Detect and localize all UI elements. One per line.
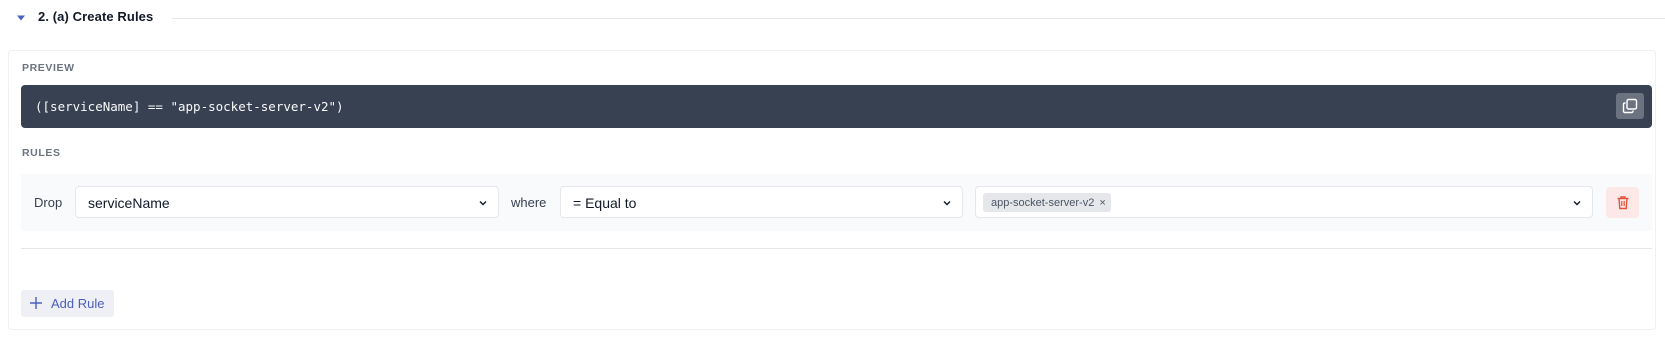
copy-icon [1622, 98, 1638, 114]
caret-down-icon[interactable] [16, 13, 26, 23]
header-divider [172, 18, 1665, 19]
preview-code: ([serviceName] == "app-socket-server-v2"… [35, 99, 344, 114]
field-select-value: serviceName [88, 195, 170, 211]
trash-icon [1617, 196, 1628, 210]
chevron-down-icon [1573, 201, 1581, 206]
operator-select-value: = Equal to [573, 195, 637, 211]
rules-divider [21, 248, 1652, 249]
preview-label: PREVIEW [22, 62, 75, 74]
value-chip: app-socket-server-v2 × [983, 193, 1111, 212]
rules-label: RULES [22, 147, 61, 159]
delete-rule-button[interactable] [1606, 187, 1639, 218]
add-rule-button[interactable]: Add Rule [21, 290, 114, 317]
copy-button[interactable] [1616, 93, 1644, 119]
chip-remove-button[interactable]: × [1099, 197, 1105, 209]
rule-row: Drop serviceName where = Equal to app-so… [21, 174, 1652, 231]
section-header[interactable]: 2. (a) Create Rules [0, 0, 1665, 36]
operator-select[interactable]: = Equal to [560, 186, 963, 218]
section-title: 2. (a) Create Rules [38, 9, 154, 24]
field-select[interactable]: serviceName [75, 186, 499, 218]
rule-connector: where [511, 195, 547, 210]
chevron-down-icon [479, 201, 487, 206]
add-rule-label: Add Rule [51, 296, 105, 311]
value-chip-label: app-socket-server-v2 [991, 196, 1095, 209]
chevron-down-icon [943, 201, 951, 206]
plus-icon [30, 297, 42, 309]
preview-panel: ([serviceName] == "app-socket-server-v2"… [21, 85, 1652, 128]
rule-action: Drop [34, 195, 63, 210]
values-multiselect[interactable]: app-socket-server-v2 × [975, 186, 1593, 218]
